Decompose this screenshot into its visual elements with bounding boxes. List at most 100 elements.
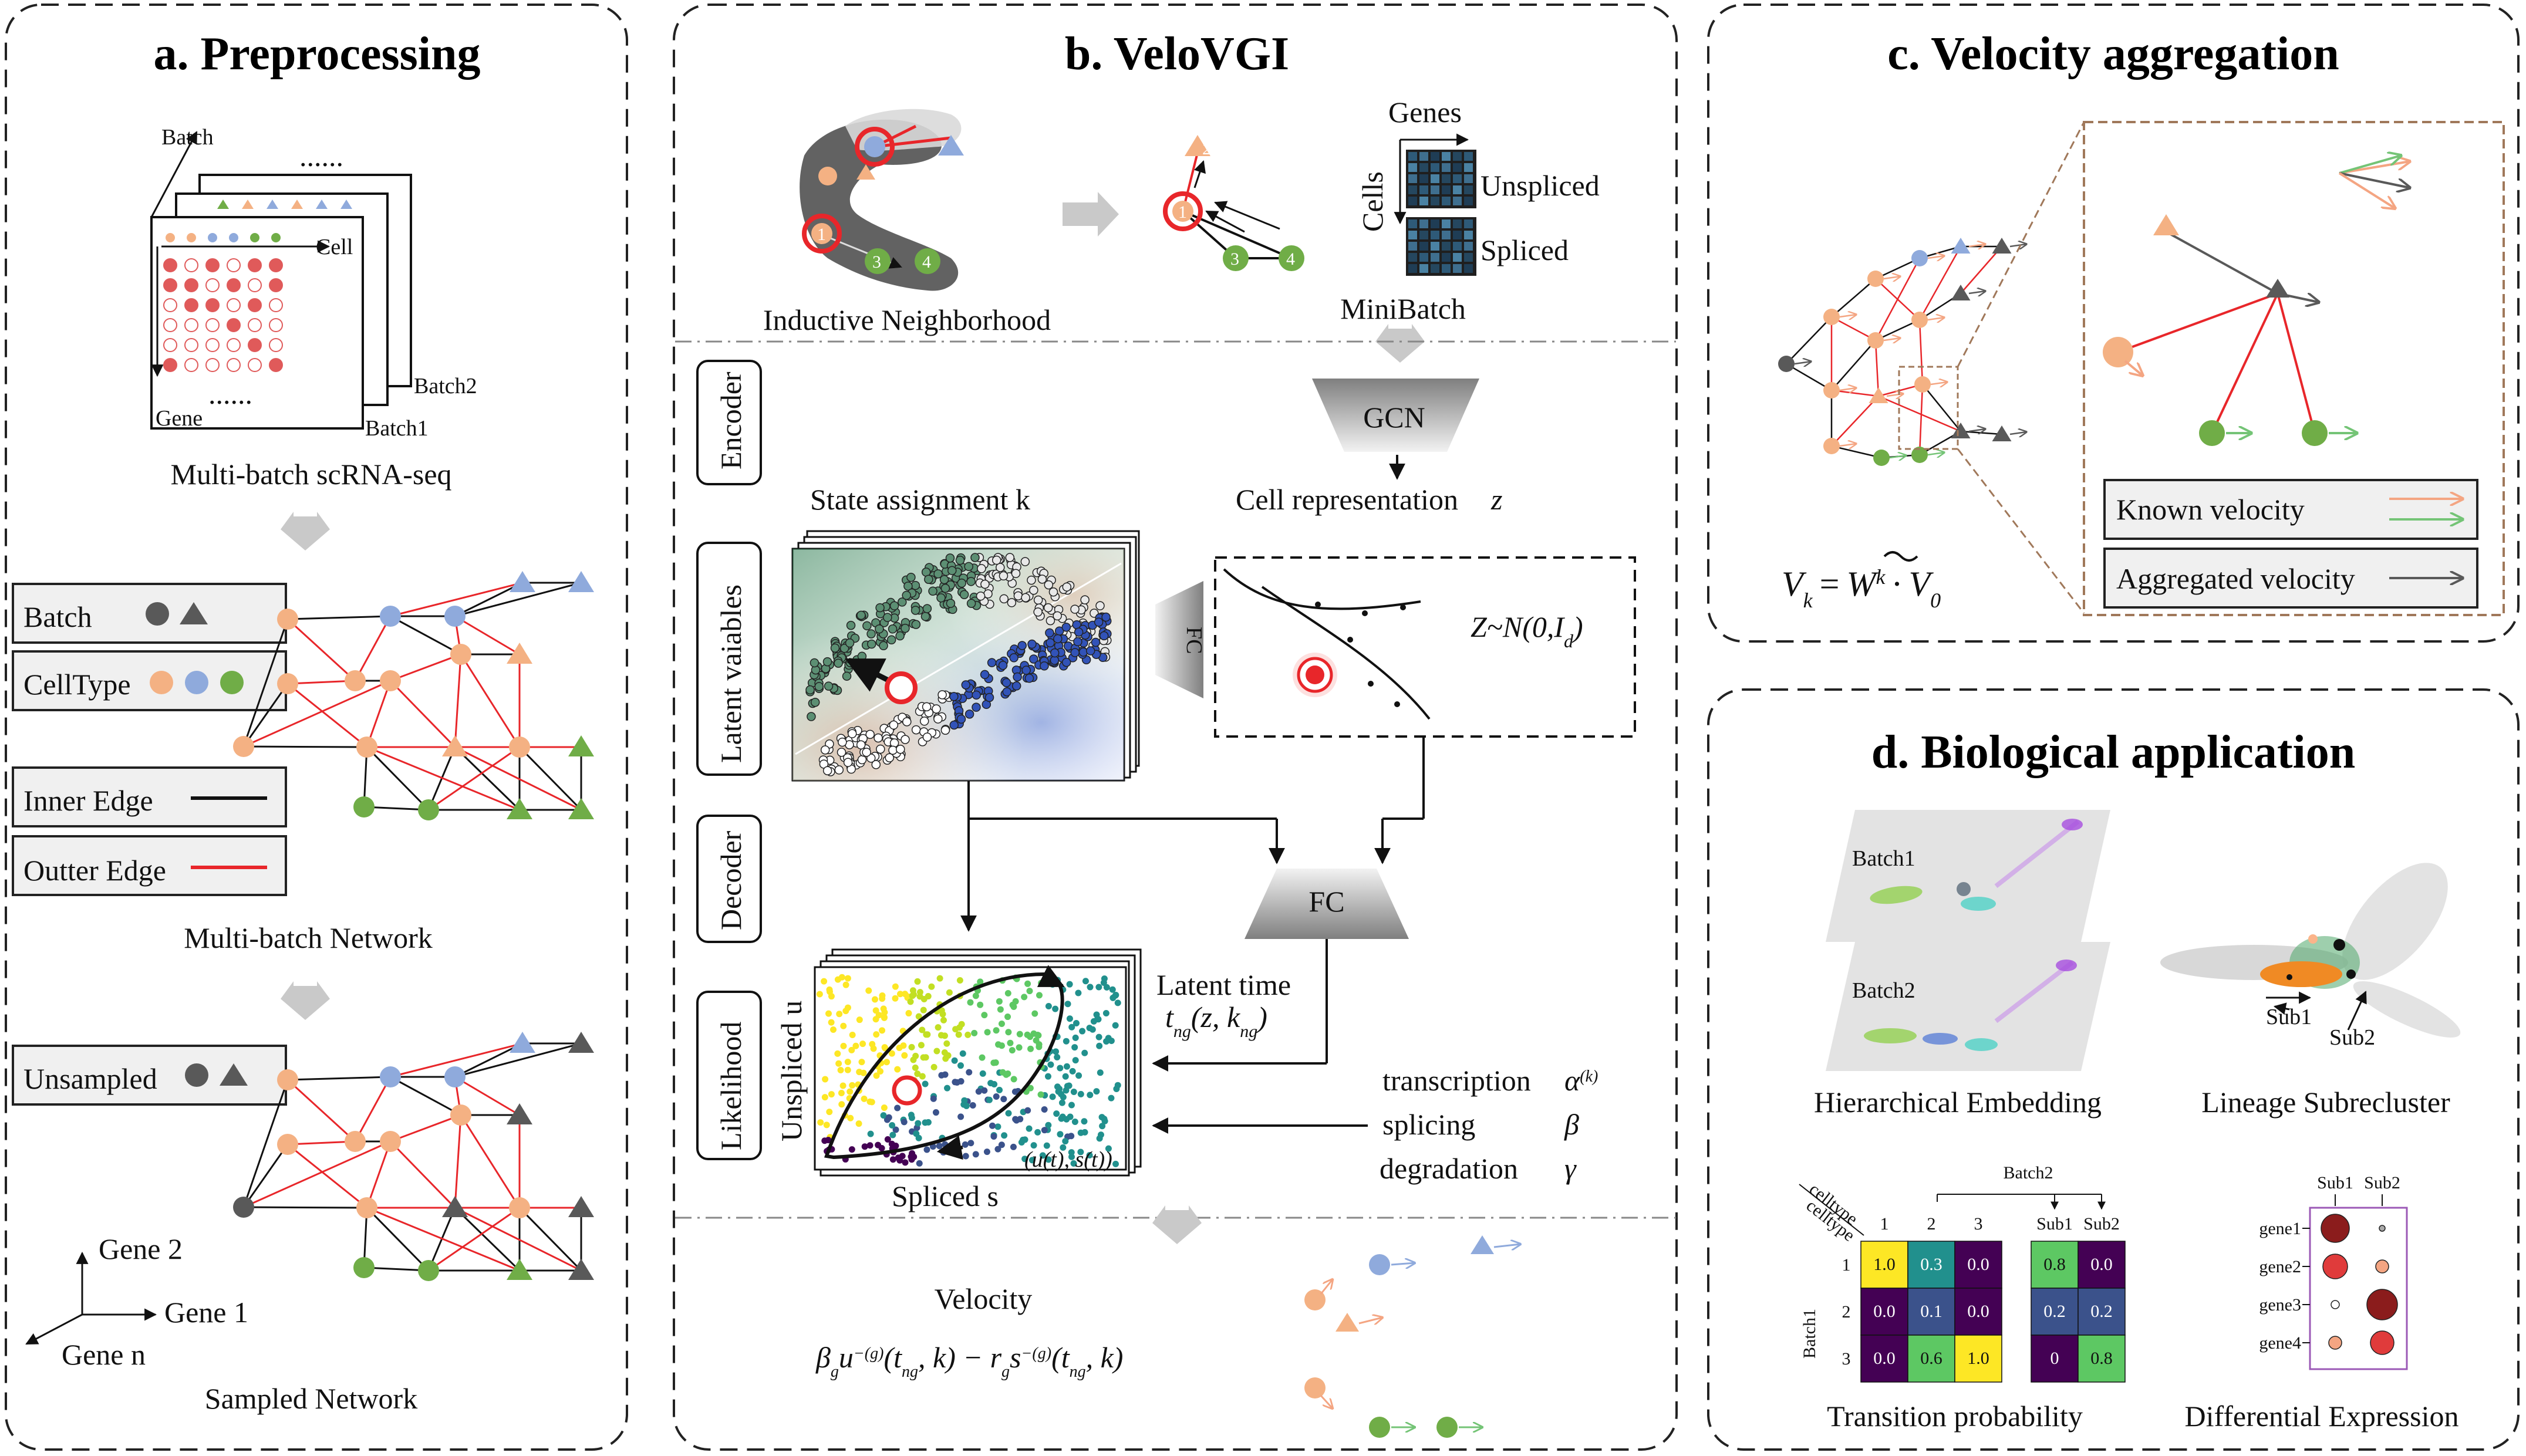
network-edge xyxy=(287,1076,391,1081)
gcn-label: GCN xyxy=(1363,401,1425,434)
phase-point xyxy=(972,992,979,999)
panel-a-title: a. Preprocessing xyxy=(154,28,481,80)
matrix-cell xyxy=(1464,231,1473,239)
phase-point xyxy=(1109,994,1117,1001)
hier-caption: Hierarchical Embedding xyxy=(1814,1086,2102,1119)
matrix-cell xyxy=(1442,253,1451,262)
state-point xyxy=(1027,575,1036,585)
expr-dot xyxy=(227,318,241,332)
transcription-label: transcription xyxy=(1382,1064,1531,1097)
phase-point xyxy=(1034,1032,1041,1039)
heat-cell-value: 1.0 xyxy=(1967,1349,1989,1368)
matrix-cell xyxy=(1464,253,1473,262)
degradation-label: degradation xyxy=(1380,1152,1518,1185)
matrix-cell xyxy=(1453,185,1462,194)
matrix-cell xyxy=(1408,231,1417,239)
phase-point xyxy=(1036,1041,1043,1048)
phase-point xyxy=(828,1019,835,1026)
state-point xyxy=(937,690,947,700)
matrix-cell xyxy=(1442,264,1451,273)
expr-dot xyxy=(184,278,198,292)
phase-point xyxy=(955,1031,962,1038)
heat-cell-value: 0.1 xyxy=(1920,1302,1942,1321)
matrix-cell xyxy=(1419,152,1428,161)
phase-point xyxy=(962,1141,969,1148)
heat-col-label: 1 xyxy=(1880,1214,1889,1234)
mb-node-3-label: 3 xyxy=(1230,249,1239,269)
phase-point xyxy=(867,1130,874,1137)
network-edge xyxy=(354,1076,392,1142)
expr-dot xyxy=(227,258,241,272)
phase-point xyxy=(844,1058,851,1065)
state-point xyxy=(920,612,930,621)
matrix-cell xyxy=(1431,197,1439,205)
de-caption: Differential Expression xyxy=(2185,1400,2459,1433)
matrix-cell xyxy=(1464,152,1473,161)
legend-inner-label: Inner Edge xyxy=(23,784,153,817)
lineage-subrecluster: Sub1 Sub2 xyxy=(2160,863,2461,1050)
agg-node-circle xyxy=(1873,450,1890,466)
heat-batch2-label: Batch2 xyxy=(2004,1163,2053,1183)
phase-point xyxy=(977,1001,984,1008)
phase-point xyxy=(892,995,899,1002)
agg-velocity-arrow xyxy=(1883,338,1900,340)
agg-node-triangle xyxy=(1951,423,1971,438)
matrix-cell xyxy=(1442,163,1451,172)
state-point xyxy=(1029,585,1038,595)
aggregated-velocity-label: Aggregated velocity xyxy=(2116,562,2355,595)
agg-velocity-arrow xyxy=(2009,244,2026,246)
expr-dot xyxy=(269,358,283,372)
phase-point xyxy=(969,1102,976,1109)
network-node-circle xyxy=(450,644,471,665)
de-dot xyxy=(2379,1225,2386,1232)
hier-batch2-label: Batch2 xyxy=(1852,978,1915,1003)
phase-point xyxy=(879,1027,886,1034)
splicing-label: splicing xyxy=(1382,1108,1475,1141)
phase-point xyxy=(899,1153,906,1160)
panel-c: c. Velocity aggregation Known velocity A… xyxy=(1707,4,2520,643)
phase-point xyxy=(922,1054,929,1061)
phase-point xyxy=(1063,1038,1070,1045)
phase-point xyxy=(1026,1125,1033,1132)
phase-point xyxy=(1058,1099,1065,1106)
dots-horizontal: ...... xyxy=(299,140,343,173)
phase-point xyxy=(992,1059,999,1066)
phase-point xyxy=(936,975,943,982)
panel-b: b. VeloVGI 1 3 4 Inductive Neighborhood xyxy=(673,4,1678,1451)
phase-point xyxy=(828,993,835,1000)
matrix-cell xyxy=(1419,231,1428,239)
phase-point xyxy=(1066,981,1073,988)
fc-bottom-label: FC xyxy=(1308,885,1344,918)
network-edge xyxy=(460,1114,521,1208)
phase-point xyxy=(907,998,914,1005)
phase-point xyxy=(989,1122,996,1129)
matrix-cell xyxy=(1464,242,1473,251)
phase-point xyxy=(919,1026,926,1033)
phase-point xyxy=(1093,1088,1100,1095)
matrix-cell xyxy=(1431,163,1439,172)
prior-plot: Z~N(0,Id) xyxy=(1214,556,1636,738)
matrix-cell xyxy=(1431,185,1439,194)
state-point xyxy=(911,725,921,735)
ut-st-label: (u(t), s(t)) xyxy=(1024,1147,1112,1172)
latent-label: Latent vaiables xyxy=(714,585,747,763)
state-point xyxy=(902,717,912,727)
heat-sub-cell-value: 0.2 xyxy=(2043,1302,2066,1321)
agg-velocity-arrow xyxy=(1794,362,1811,364)
phase-point xyxy=(1034,1129,1041,1136)
phase-point xyxy=(1099,1123,1106,1130)
network-node-circle xyxy=(509,737,530,758)
unspliced-u-label: Unspliced u xyxy=(775,1001,808,1141)
network-edge xyxy=(366,1207,430,1272)
legend-celltype-label: CellType xyxy=(23,668,131,701)
phase-point xyxy=(957,1062,964,1069)
state-point xyxy=(1045,628,1054,638)
phase-point xyxy=(1071,1044,1078,1051)
network-edge xyxy=(389,680,456,748)
heat-col-label: 2 xyxy=(1927,1214,1936,1234)
phase-point xyxy=(1009,1001,1016,1008)
state-point xyxy=(1027,639,1037,649)
phase-point xyxy=(1066,1015,1073,1022)
network-node-triangle xyxy=(507,643,532,664)
agg-node-triangle xyxy=(1951,238,1971,254)
